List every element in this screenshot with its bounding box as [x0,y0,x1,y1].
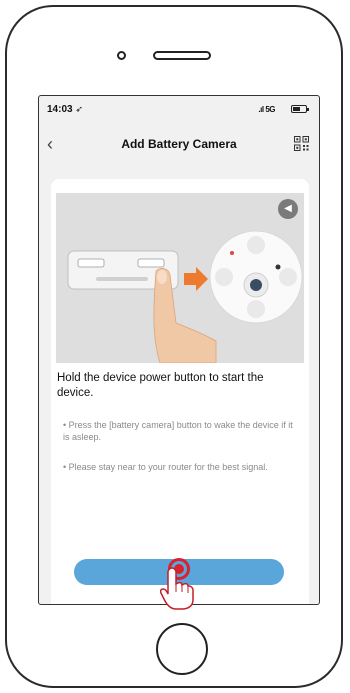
main-instruction: Hold the device power button to start th… [57,372,264,399]
tip-wake-device: • Press the [battery camera] button to w… [63,420,293,442]
earpiece-speaker [153,51,211,60]
battery-icon [291,105,309,113]
power-on-illustration: ◀ [56,193,304,364]
tip-router-distance: • Please stay near to your router for th… [63,462,268,472]
qr-code-icon[interactable] [294,136,309,151]
hand-cursor-icon [160,567,194,610]
nav-bar: Add Battery Camera ‹ [39,132,319,156]
instruction-card: ◀ Hold the device power button to start … [51,179,309,604]
camera-illustration [67,230,303,364]
status-time: 14:03 ➶ [47,104,83,115]
status-bar: 14:03 ➶ .ıl 5G [39,96,319,118]
signal-bars-icon: .ıl [258,105,264,114]
signal-indicator: .ıl 5G [258,105,275,114]
home-button[interactable] [156,623,208,675]
location-arrow-icon: ➶ [75,104,83,114]
app-screen: 14:03 ➶ .ıl 5G Add Battery Camera ‹ ◀ Ho… [38,95,320,605]
back-arrow-icon[interactable]: ‹ [47,132,53,156]
network-type: 5G [265,105,275,114]
time-text: 14:03 [47,104,73,115]
page-title: Add Battery Camera [121,137,237,151]
speaker-icon[interactable]: ◀ [278,199,298,219]
front-camera [117,51,126,60]
